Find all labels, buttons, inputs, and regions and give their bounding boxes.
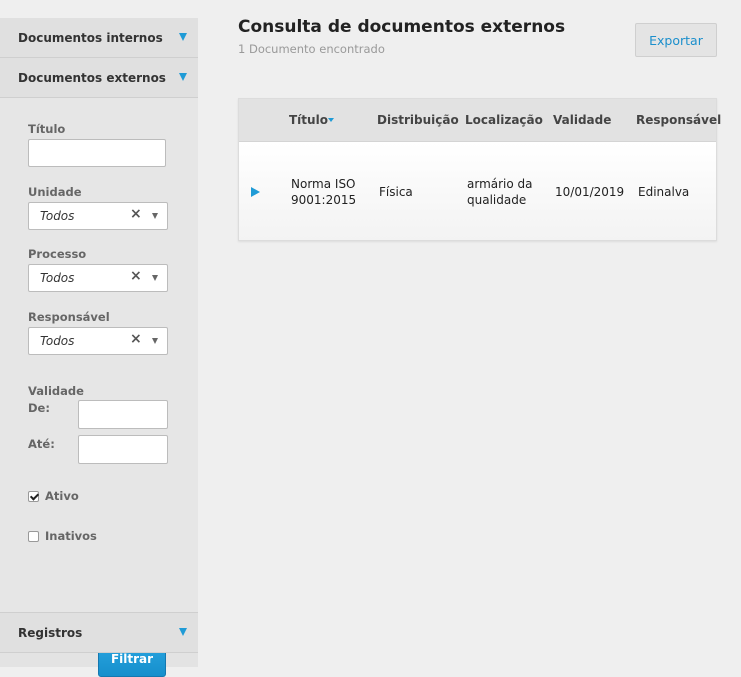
caret-down-icon xyxy=(179,33,187,41)
caret-down-icon xyxy=(179,628,187,636)
table-row[interactable]: Norma ISO 9001:2015 Física armário da qu… xyxy=(239,142,716,240)
dropdown-arrow-icon[interactable] xyxy=(152,213,158,219)
responsavel-value: Todos xyxy=(40,334,75,348)
accordion-label: Registros xyxy=(18,625,83,640)
accordion-documentos-internos[interactable]: Documentos internos xyxy=(0,18,198,58)
clear-x-icon[interactable]: × xyxy=(130,331,142,347)
column-header-responsavel[interactable]: Responsável xyxy=(636,113,721,127)
sidebar: Documentos internos Documentos externos … xyxy=(0,18,198,677)
caret-down-icon xyxy=(179,73,187,81)
dropdown-arrow-icon[interactable] xyxy=(152,275,158,281)
processo-value: Todos xyxy=(40,271,75,285)
result-count: 1 Documento encontrado xyxy=(238,42,385,56)
accordion-registros[interactable]: Registros xyxy=(0,613,198,653)
dropdown-arrow-icon[interactable] xyxy=(152,338,158,344)
cell-localizacao: armário da qualidade xyxy=(467,177,533,207)
validade-ate-label: Até: xyxy=(28,437,55,451)
documents-table: Título Distribuição Localização Validade… xyxy=(238,98,721,241)
accordion-label: Documentos externos xyxy=(18,70,166,85)
column-header-localizacao[interactable]: Localização xyxy=(465,113,543,127)
clear-x-icon[interactable]: × xyxy=(130,268,142,284)
titulo-label: Título xyxy=(28,122,66,136)
cell-distribuicao: Física xyxy=(379,185,413,199)
cell-titulo: Norma ISO 9001:2015 xyxy=(291,177,357,207)
accordion-documentos-externos[interactable]: Documentos externos xyxy=(0,58,198,98)
titulo-input[interactable] xyxy=(28,139,166,167)
filter-panel: Título Unidade Todos × Processo Todos × … xyxy=(0,98,198,677)
sort-desc-icon[interactable] xyxy=(328,118,334,122)
cell-responsavel: Edinalva xyxy=(638,185,690,199)
responsavel-select[interactable]: Todos × xyxy=(28,327,168,355)
cell-validade: 10/01/2019 xyxy=(555,185,625,199)
table-header: Título Distribuição Localização Validade… xyxy=(239,99,721,142)
unidade-select[interactable]: Todos × xyxy=(28,202,168,230)
validade-ate-input[interactable] xyxy=(78,435,168,464)
clear-x-icon[interactable]: × xyxy=(130,206,142,222)
ativo-label: Ativo xyxy=(45,489,79,503)
unidade-value: Todos xyxy=(40,209,75,223)
processo-label: Processo xyxy=(28,247,87,261)
page-title: Consulta de documentos externos xyxy=(238,17,566,37)
column-header-titulo[interactable]: Título xyxy=(289,113,328,127)
inativos-label: Inativos xyxy=(45,529,97,543)
accordion-label: Documentos internos xyxy=(18,30,163,45)
responsavel-label: Responsável xyxy=(28,310,110,324)
expand-row-icon[interactable] xyxy=(251,187,260,197)
column-header-distribuicao[interactable]: Distribuição xyxy=(377,113,459,127)
inativos-checkbox[interactable] xyxy=(28,531,39,542)
validade-de-label: De: xyxy=(28,401,50,415)
validade-de-input[interactable] xyxy=(78,400,168,429)
validade-label: Validade xyxy=(28,384,84,398)
processo-select[interactable]: Todos × xyxy=(28,264,168,292)
export-button[interactable]: Exportar xyxy=(635,23,717,57)
ativo-checkbox[interactable] xyxy=(28,491,39,502)
unidade-label: Unidade xyxy=(28,185,82,199)
column-header-validade[interactable]: Validade xyxy=(553,113,611,127)
